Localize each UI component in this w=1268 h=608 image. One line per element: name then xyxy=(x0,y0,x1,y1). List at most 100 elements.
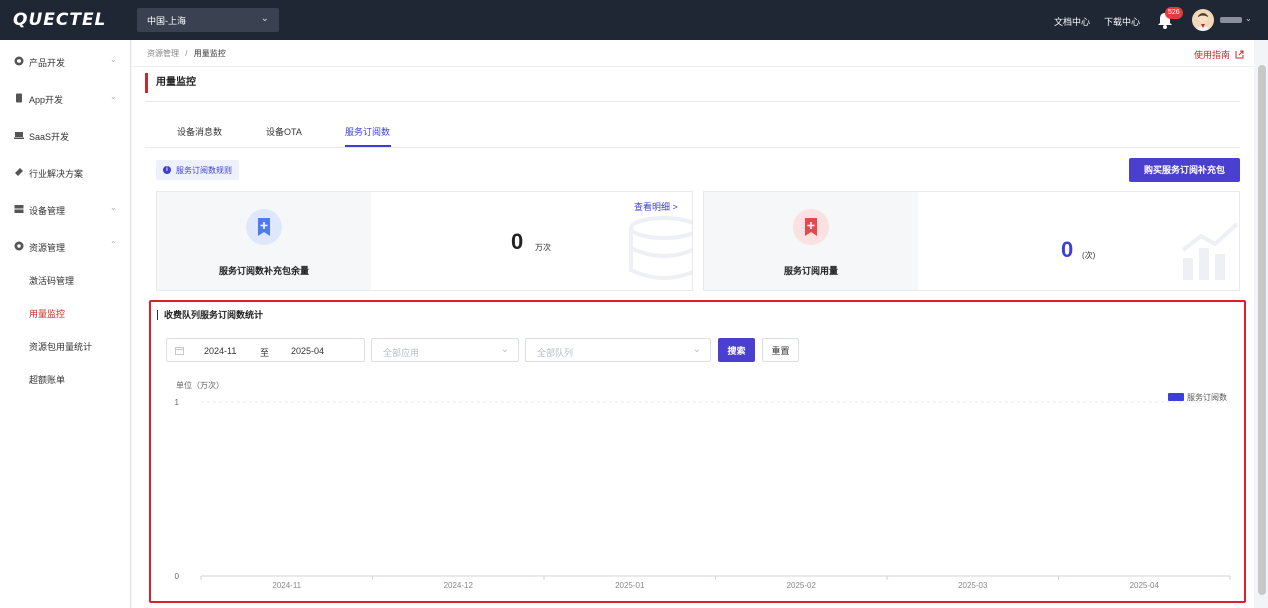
chevron-down-icon: ⌄ xyxy=(110,55,117,64)
x-tick-label: 2024-12 xyxy=(444,581,474,590)
sidebar-item-label: SaaS开发 xyxy=(29,132,70,142)
y-axis-label: 单位（万次） xyxy=(176,380,224,390)
top-bar: QUECTEL 中国-上海 ⌄ 文档中心 下载中心 526 ⌄ xyxy=(0,0,1268,40)
queue-subscription-stats-panel: 收费队列服务订阅数统计 2024-11 至 2025-04 全部应用 ⌄ 全部队… xyxy=(149,300,1246,603)
page-title: 用量监控 xyxy=(145,73,196,93)
sidebar-item-label: 设备管理 xyxy=(29,206,66,216)
subscription-chart: 单位（万次） 1 0 2024-11 2024-12 2025-01 2025-02 2025… xyxy=(175,380,1231,590)
calendar-icon xyxy=(175,347,184,355)
card-left-panel: 服务订阅数补充包余量 xyxy=(157,192,371,290)
stats-title: 收费队列服务订阅数统计 xyxy=(157,310,263,320)
logo[interactable]: QUECTEL xyxy=(13,10,106,30)
card-left-panel: 服务订阅用量 xyxy=(704,192,918,290)
breadcrumb: 资源管理 / 用量监控 xyxy=(147,48,226,59)
divider xyxy=(145,147,1240,148)
sidebar-item-resource-mgmt[interactable]: 资源管理 ⌃ xyxy=(0,237,131,257)
external-link-icon xyxy=(1235,50,1244,59)
legend-swatch xyxy=(1168,393,1184,401)
sidebar-item-label: 产品开发 xyxy=(29,58,66,68)
chevron-up-icon: ⌃ xyxy=(110,240,117,249)
app-select-placeholder: 全部应用 xyxy=(383,348,420,358)
app-select[interactable]: 全部应用 ⌄ xyxy=(371,338,519,362)
queue-select[interactable]: 全部队列 ⌄ xyxy=(525,338,711,362)
sidebar-item-product-dev[interactable]: 产品开发 ⌄ xyxy=(0,52,131,72)
tab-service-subscriptions[interactable]: 服务订阅数 xyxy=(345,125,390,138)
date-end[interactable]: 2025-04 xyxy=(291,346,324,356)
y-tick-label: 1 xyxy=(175,398,180,407)
pack-balance-card: 服务订阅数补充包余量 查看明细 > 0 万次 xyxy=(156,191,693,291)
phone-icon xyxy=(16,93,22,103)
gear-icon xyxy=(14,241,24,251)
sidebar: 产品开发 ⌄ App开发 ⌄ SaaS开发 行业解决方案 设备管理 ⌄ 资源管理… xyxy=(0,40,131,608)
chevron-down-icon: ⌄ xyxy=(260,13,269,24)
sidebar-item-label: App开发 xyxy=(29,95,64,105)
x-tick-label: 2025-01 xyxy=(615,581,645,590)
bookmark-icon xyxy=(793,209,829,245)
chevron-down-icon: ⌄ xyxy=(1245,14,1252,23)
layers-icon xyxy=(15,168,23,176)
sidebar-item-device-mgmt[interactable]: 设备管理 ⌄ xyxy=(0,200,131,220)
sidebar-item-overage-bill[interactable]: 超额账单 xyxy=(29,373,65,386)
user-guide-link[interactable]: 使用指南 xyxy=(1194,48,1244,61)
sidebar-item-package-stats[interactable]: 资源包用量统计 xyxy=(29,340,92,353)
sidebar-item-activation-code[interactable]: 激活码管理 xyxy=(29,274,74,287)
chevron-down-icon: ⌄ xyxy=(110,92,117,101)
tab-device-ota[interactable]: 设备OTA xyxy=(266,125,302,138)
sidebar-item-solutions[interactable]: 行业解决方案 xyxy=(0,163,131,183)
breadcrumb-parent[interactable]: 资源管理 xyxy=(147,49,179,58)
buy-subscription-pack-button[interactable]: 购买服务订阅补充包 xyxy=(1129,158,1240,182)
sidebar-item-app-dev[interactable]: App开发 ⌄ xyxy=(0,89,131,109)
subscription-rules-label: 服务订阅数规则 xyxy=(176,166,232,175)
divider xyxy=(145,101,1240,102)
download-center-link[interactable]: 下载中心 xyxy=(1104,15,1140,28)
chevron-down-icon: ⌄ xyxy=(110,203,117,212)
cube-icon xyxy=(14,56,24,66)
avatar[interactable] xyxy=(1192,9,1214,31)
page-scrollbar[interactable] xyxy=(1258,65,1266,595)
search-button[interactable]: 搜索 xyxy=(718,338,755,362)
region-select[interactable]: 中国-上海 ⌄ xyxy=(137,8,279,32)
view-details-link[interactable]: 查看明细 > xyxy=(634,200,678,213)
pack-balance-unit: 万次 xyxy=(535,243,551,252)
y-tick-label: 0 xyxy=(175,572,180,581)
date-start[interactable]: 2024-11 xyxy=(204,346,236,356)
notification-badge: 526 xyxy=(1165,7,1183,19)
sidebar-item-saas-dev[interactable]: SaaS开发 xyxy=(0,126,131,146)
coins-watermark-icon xyxy=(629,216,692,280)
subscription-usage-value: 0 xyxy=(1061,237,1074,262)
x-tick-label: 2025-02 xyxy=(787,581,817,590)
laptop-icon xyxy=(14,132,24,139)
chart-watermark-icon xyxy=(1181,222,1239,280)
divider xyxy=(132,66,1254,67)
subscription-usage-label: 服务订阅用量 xyxy=(783,266,838,276)
sidebar-item-label: 资源管理 xyxy=(29,243,66,253)
queue-select-placeholder: 全部队列 xyxy=(537,348,574,358)
date-separator: 至 xyxy=(260,348,270,358)
legend-label: 服务订阅数 xyxy=(1187,392,1227,402)
main-content: 资源管理 / 用量监控 使用指南 用量监控 设备消息数 设备OTA 服务订阅数 … xyxy=(132,40,1254,608)
region-label: 中国-上海 xyxy=(147,16,186,26)
tab-device-messages[interactable]: 设备消息数 xyxy=(177,125,222,138)
sidebar-item-usage-monitor[interactable]: 用量监控 xyxy=(29,307,65,320)
date-range-picker[interactable]: 2024-11 至 2025-04 xyxy=(166,338,365,362)
info-icon: i xyxy=(163,166,171,174)
subscription-usage-unit: (次) xyxy=(1082,251,1096,260)
x-tick-label: 2024-11 xyxy=(272,581,301,590)
pack-balance-value: 0 xyxy=(511,229,524,254)
breadcrumb-separator: / xyxy=(185,49,188,58)
chevron-down-icon: ⌄ xyxy=(692,344,701,355)
sidebar-item-label: 行业解决方案 xyxy=(29,169,84,179)
server-icon xyxy=(14,205,24,213)
breadcrumb-current: 用量监控 xyxy=(193,49,226,58)
subscription-usage-card: 服务订阅用量 0 (次) xyxy=(703,191,1240,291)
bookmark-icon xyxy=(246,209,282,245)
pack-balance-label: 服务订阅数补充包余量 xyxy=(218,266,309,276)
x-tick-label: 2025-04 xyxy=(1130,581,1160,590)
username[interactable] xyxy=(1220,17,1242,23)
user-guide-label: 使用指南 xyxy=(1194,50,1231,60)
docs-center-link[interactable]: 文档中心 xyxy=(1054,15,1090,28)
x-tick-label: 2025-03 xyxy=(958,581,988,590)
subscription-rules-tag[interactable]: i 服务订阅数规则 xyxy=(156,160,239,180)
reset-button[interactable]: 重置 xyxy=(762,338,799,362)
chevron-down-icon: ⌄ xyxy=(500,344,509,355)
